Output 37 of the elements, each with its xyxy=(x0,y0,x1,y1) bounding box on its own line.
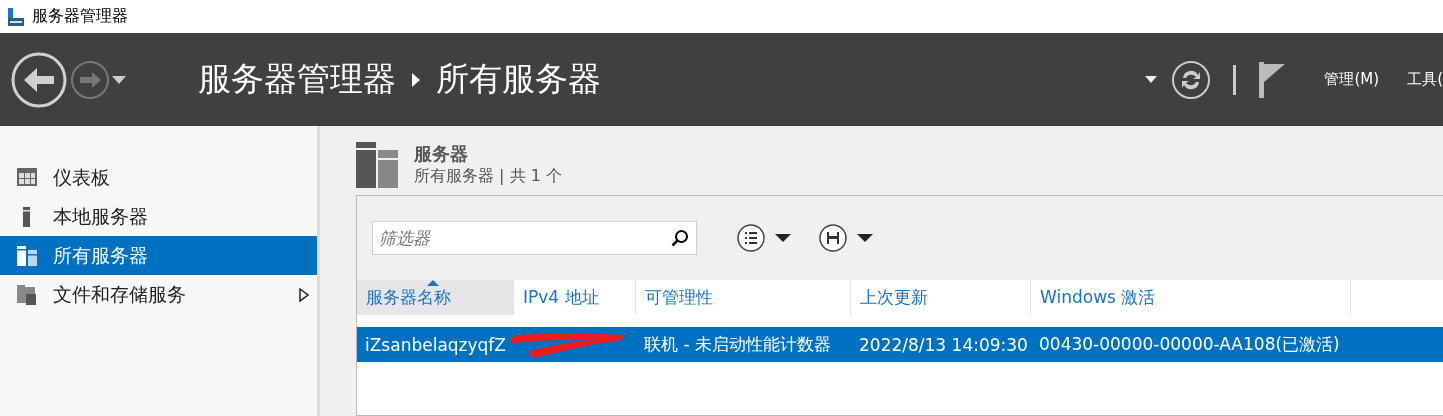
sidebar-item[interactable]: 文件和存储服务 xyxy=(0,275,317,314)
breadcrumb-item[interactable]: 所有服务器 xyxy=(436,57,601,102)
folder-icon xyxy=(17,284,37,305)
column-header[interactable]: 服务器名称 xyxy=(357,280,514,315)
sidebar-item[interactable]: 仪表板 xyxy=(0,158,317,197)
list-options-icon[interactable] xyxy=(737,223,793,253)
panel-subtitle: 所有服务器 | 共 1 个 xyxy=(414,166,562,187)
column-header[interactable]: 可管理性 xyxy=(636,280,851,315)
dashboard-icon xyxy=(17,167,37,188)
search-icon[interactable] xyxy=(671,229,689,247)
servers-icon xyxy=(356,142,400,188)
breadcrumb-item[interactable]: 服务器管理器 xyxy=(198,57,396,102)
column-header[interactable]: IPv4 地址 xyxy=(514,280,636,315)
panel-title: 服务器 xyxy=(414,142,469,166)
table-cell-text: 联机 - 未启动性能计数器 xyxy=(643,333,832,356)
table-row[interactable]: iZsanbelaqzyqfZ 联机 - 未启动性能计数器 2022/8/13 14:09:30 00430-00000-00000-AA108(已激活) xyxy=(357,327,1443,362)
column-header[interactable]: Windows 激活 xyxy=(1031,280,1351,315)
sidebar-item[interactable]: 本地服务器 xyxy=(0,197,317,236)
column-header[interactable]: 上次更新 xyxy=(851,280,1031,315)
servers-icon xyxy=(17,245,37,266)
dropdown-caret-icon[interactable] xyxy=(1145,76,1158,83)
window-title: 服务器管理器 xyxy=(32,6,128,27)
table-cell-text: iZsanbelaqzyqfZ xyxy=(364,333,507,357)
table-cell-text: 00430-00000-00000-AA108(已激活) xyxy=(1038,333,1341,356)
app-icon xyxy=(6,6,26,27)
menu-item[interactable]: 管理(M) xyxy=(1324,70,1380,89)
save-options-icon[interactable] xyxy=(819,223,875,253)
dropdown-caret-icon[interactable] xyxy=(112,75,126,84)
back-icon[interactable] xyxy=(10,50,68,109)
breadcrumb-arrow-icon xyxy=(412,72,420,87)
table-cell-text: 2022/8/13 14:09:30 xyxy=(858,333,1029,357)
sidebar-item[interactable]: 所有服务器 xyxy=(0,236,317,275)
filter-field[interactable]: 筛选器 xyxy=(372,221,697,255)
expand-arrow-icon[interactable] xyxy=(299,287,309,302)
refresh-icon[interactable] xyxy=(1171,59,1212,100)
menu-item[interactable]: 工具( xyxy=(1407,70,1443,89)
flag-icon[interactable] xyxy=(1258,61,1287,98)
